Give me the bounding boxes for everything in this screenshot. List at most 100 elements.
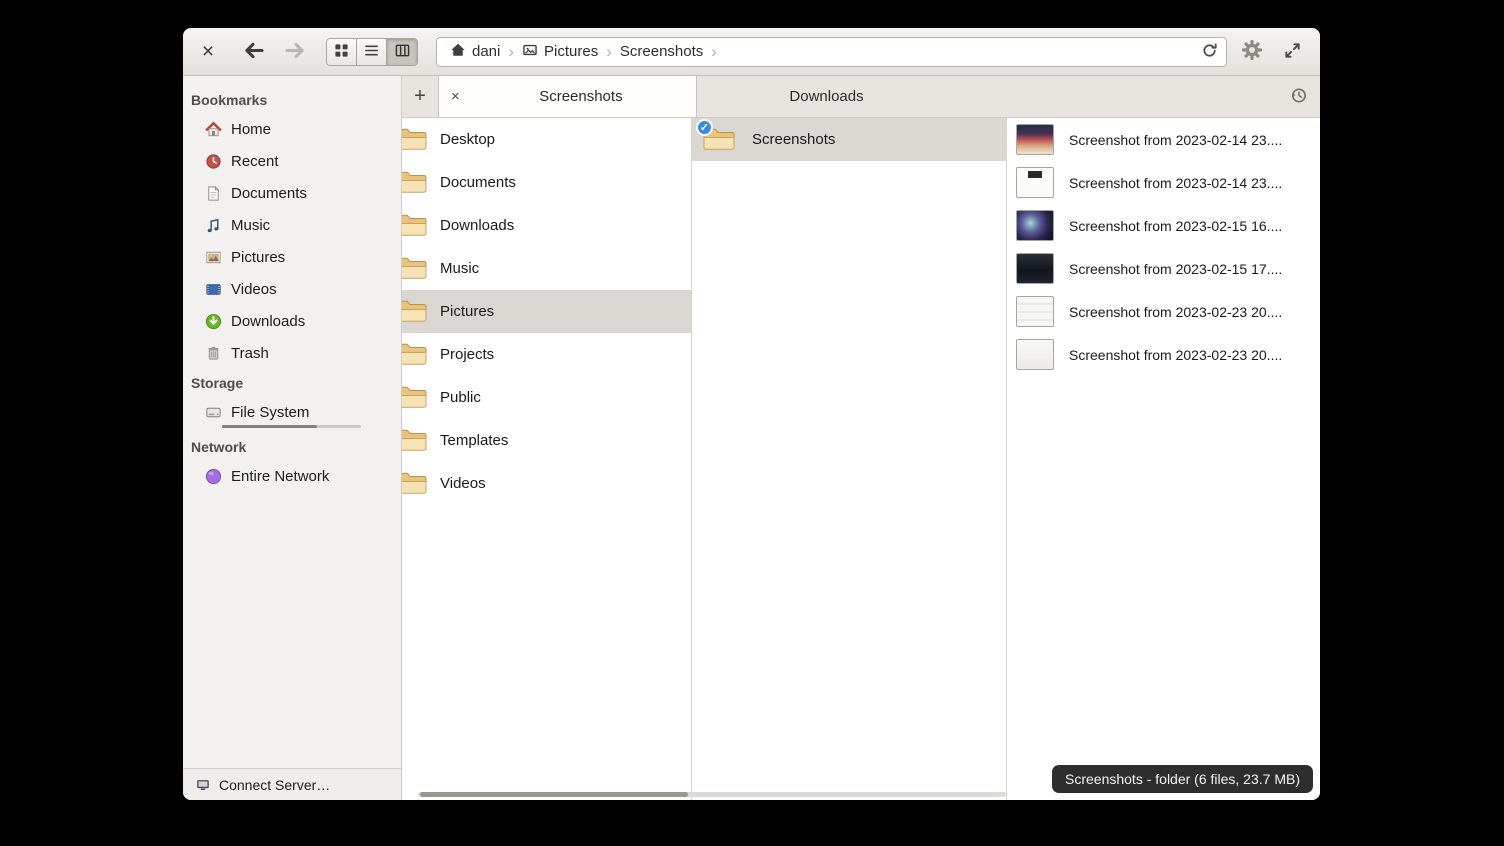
fullscreen-button[interactable] <box>1277 37 1307 67</box>
file-row[interactable]: Screenshot from 2023-02-15 16.... <box>1007 204 1320 247</box>
file-row[interactable]: Screenshot from 2023-02-14 23.... <box>1007 118 1320 161</box>
sidebar-item-entire-network[interactable]: Entire Network <box>183 460 401 492</box>
tab-downloads[interactable]: Downloads <box>697 76 956 117</box>
column-view-icon <box>395 43 410 61</box>
sidebar-item-music[interactable]: Music <box>183 209 401 241</box>
folder-row-templates[interactable]: Templates <box>402 419 691 462</box>
column-view-button[interactable] <box>387 39 417 65</box>
window-close-button[interactable]: × <box>196 41 220 62</box>
breadcrumb-label: Screenshots <box>620 43 703 60</box>
folder-row-videos[interactable]: Videos <box>402 462 691 505</box>
folder-row-music[interactable]: Music <box>402 247 691 290</box>
column-parent-folders: Desktop Documents Downloads Music <box>402 118 692 800</box>
folder-row-projects[interactable]: Projects <box>402 333 691 376</box>
folder-icon <box>402 126 428 153</box>
bookmarks-header: Bookmarks <box>183 86 401 113</box>
new-tab-button[interactable]: + <box>402 76 438 117</box>
folder-label: Videos <box>440 475 486 492</box>
folder-row-pictures[interactable]: Pictures <box>402 290 691 333</box>
file-name: Screenshot from 2023-02-15 17.... <box>1069 261 1282 277</box>
folder-label: Templates <box>440 432 508 449</box>
folder-icon <box>402 255 428 282</box>
file-row[interactable]: Screenshot from 2023-02-23 20.... <box>1007 333 1320 376</box>
folder-label: Public <box>440 389 481 406</box>
file-name: Screenshot from 2023-02-14 23.... <box>1069 132 1282 148</box>
folder-icon <box>402 212 428 239</box>
tab-label: Screenshots <box>466 88 696 105</box>
column-view: Desktop Documents Downloads Music <box>402 118 1320 800</box>
horizontal-scrollbar[interactable] <box>418 792 1006 797</box>
folder-row-desktop[interactable]: Desktop <box>402 118 691 161</box>
sidebar-item-documents[interactable]: Documents <box>183 177 401 209</box>
folder-label: Projects <box>440 346 494 363</box>
file-thumbnail <box>1016 124 1054 155</box>
back-button[interactable] <box>240 41 266 63</box>
folder-icon <box>402 384 428 411</box>
forward-button[interactable] <box>282 41 308 63</box>
sidebar-item-label: Pictures <box>231 249 285 266</box>
history-button[interactable] <box>1276 76 1320 117</box>
sidebar-item-label: Documents <box>231 185 307 202</box>
photo-icon <box>205 249 222 266</box>
folder-label: Documents <box>440 174 516 191</box>
file-name: Screenshot from 2023-02-23 20.... <box>1069 304 1282 320</box>
file-thumbnail <box>1016 296 1054 327</box>
refresh-button[interactable] <box>1196 39 1222 65</box>
tab-close-icon[interactable]: × <box>439 88 466 105</box>
tab-label: Downloads <box>697 88 956 105</box>
connect-server-button[interactable]: Connect Server… <box>183 768 401 800</box>
folder-row-screenshots-selected[interactable]: ✓ Screenshots <box>692 118 1006 161</box>
filmstrip-icon <box>205 281 222 298</box>
breadcrumb-separator-icon: › <box>709 43 719 60</box>
list-view-icon <box>364 43 379 61</box>
sidebar-item-label: Videos <box>231 281 277 298</box>
list-view-button[interactable] <box>357 39 387 65</box>
sidebar-item-file-system[interactable]: File System <box>183 396 401 428</box>
grid-view-button[interactable] <box>327 39 357 65</box>
breadcrumb-home[interactable]: dani <box>447 42 503 62</box>
download-icon <box>205 313 222 330</box>
sidebar-item-recent[interactable]: Recent <box>183 145 401 177</box>
view-switcher <box>326 38 418 66</box>
sidebar-item-home[interactable]: Home <box>183 113 401 145</box>
sidebar: Bookmarks Home Recent Documents <box>183 76 402 800</box>
horizontal-scrollbar-thumb[interactable] <box>420 792 688 797</box>
sidebar-item-label: Entire Network <box>231 468 329 485</box>
tab-bar: + × Screenshots Downloads <box>402 76 1320 118</box>
path-bar[interactable]: dani › Pictures › Screenshots › <box>436 37 1227 67</box>
sidebar-item-label: Recent <box>231 153 279 170</box>
breadcrumb-pictures[interactable]: Pictures <box>519 42 601 62</box>
settings-button[interactable] <box>1237 37 1267 67</box>
trash-icon <box>205 345 222 362</box>
server-icon <box>195 777 211 793</box>
folder-row-downloads[interactable]: Downloads <box>402 204 691 247</box>
main-area: + × Screenshots Downloads <box>402 76 1320 800</box>
pictures-icon <box>522 42 538 62</box>
file-thumbnail <box>1016 253 1054 284</box>
sidebar-item-downloads[interactable]: Downloads <box>183 305 401 337</box>
file-row[interactable]: Screenshot from 2023-02-15 17.... <box>1007 247 1320 290</box>
network-header: Network <box>183 433 401 460</box>
folder-label: Desktop <box>440 131 495 148</box>
column-files: Screenshot from 2023-02-14 23.... Screen… <box>1007 118 1320 800</box>
network-globe-icon <box>205 468 222 485</box>
sidebar-item-pictures[interactable]: Pictures <box>183 241 401 273</box>
folder-row-documents[interactable]: Documents <box>402 161 691 204</box>
sidebar-item-videos[interactable]: Videos <box>183 273 401 305</box>
music-note-icon <box>205 217 222 234</box>
file-row[interactable]: Screenshot from 2023-02-14 23.... <box>1007 161 1320 204</box>
sidebar-item-trash[interactable]: Trash <box>183 337 401 369</box>
history-icon <box>1289 86 1308 108</box>
file-name: Screenshot from 2023-02-14 23.... <box>1069 175 1282 191</box>
folder-label: Music <box>440 260 479 277</box>
folder-row-public[interactable]: Public <box>402 376 691 419</box>
folder-icon <box>402 427 428 454</box>
folder-icon <box>402 298 428 325</box>
breadcrumb-separator-icon: › <box>506 43 516 60</box>
sidebar-item-label: Music <box>231 217 270 234</box>
file-row[interactable]: Screenshot from 2023-02-23 20.... <box>1007 290 1320 333</box>
tab-screenshots[interactable]: × Screenshots <box>438 76 697 117</box>
folder-label: Pictures <box>440 303 494 320</box>
breadcrumb-screenshots[interactable]: Screenshots <box>617 43 706 60</box>
file-name: Screenshot from 2023-02-23 20.... <box>1069 347 1282 363</box>
